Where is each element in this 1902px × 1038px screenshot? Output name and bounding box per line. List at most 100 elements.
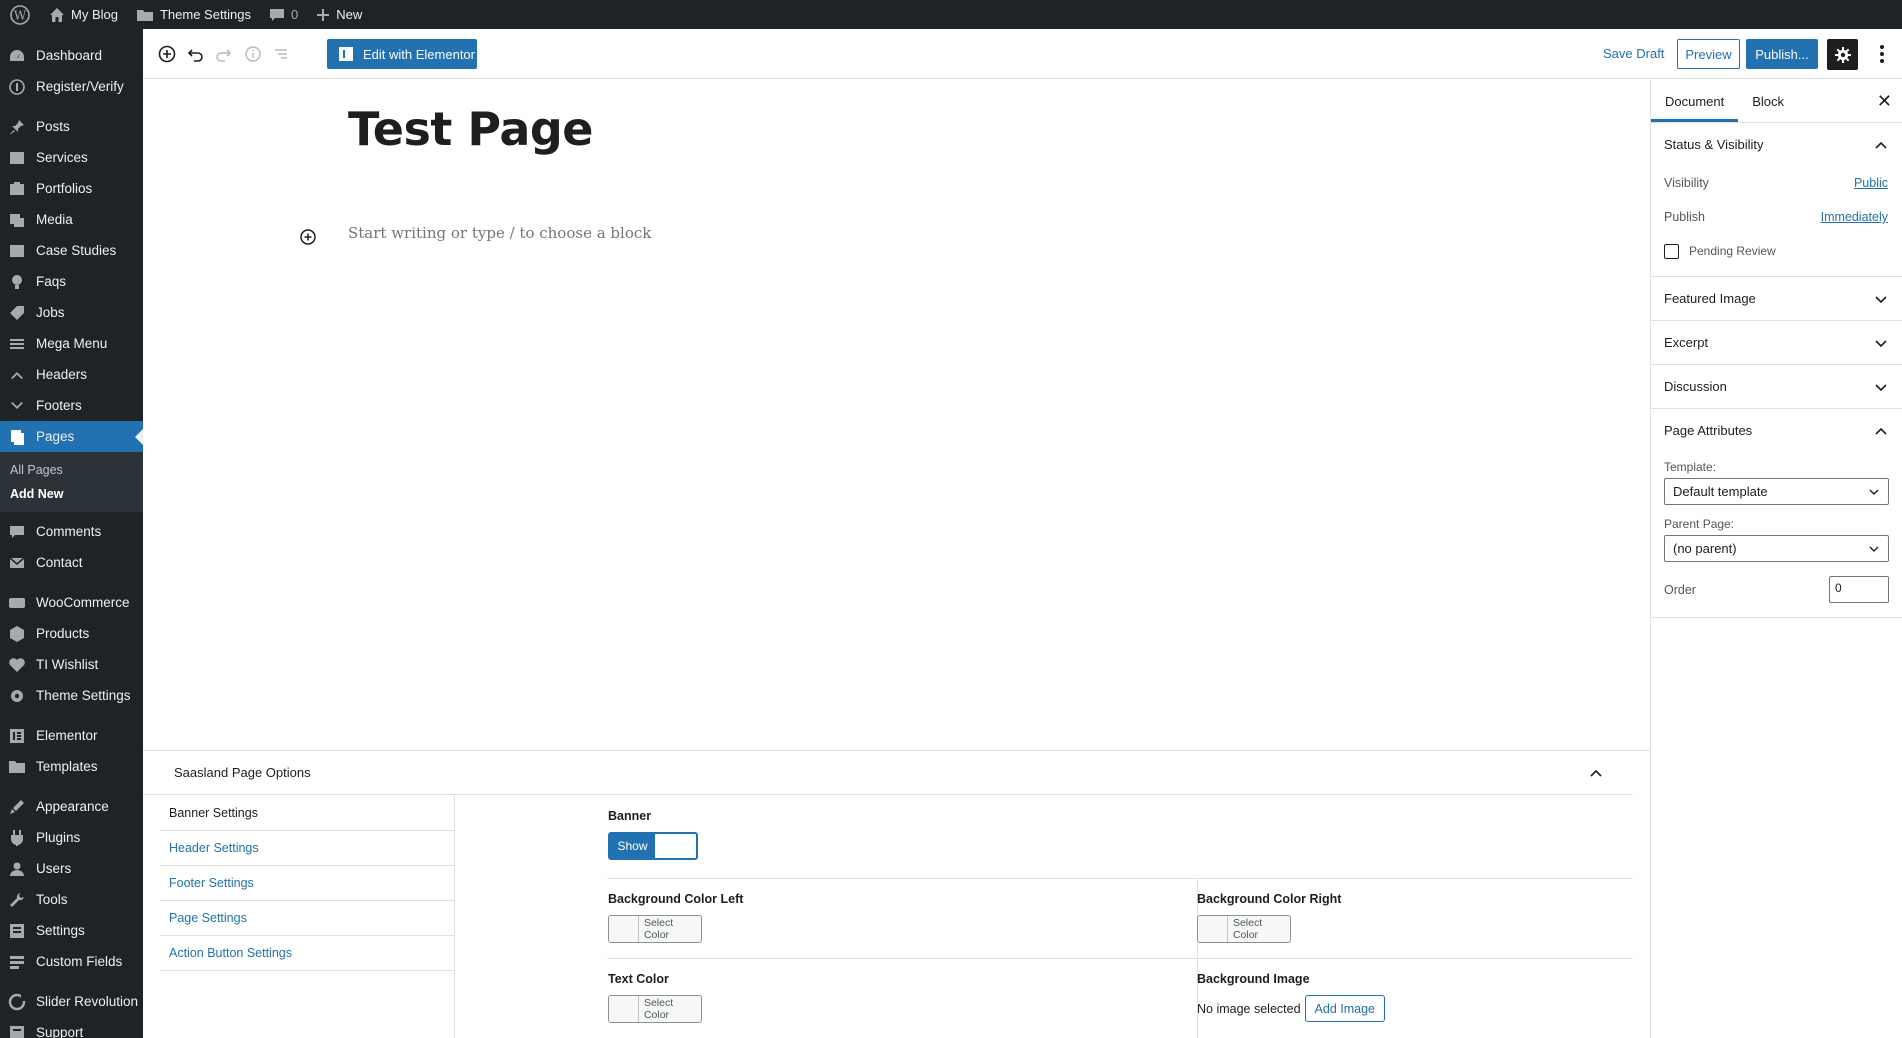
metabox-tabs: Banner Settings Header Settings Footer S… — [160, 796, 455, 1038]
sidebar-item-label: Services — [36, 150, 88, 165]
excerpt-toggle[interactable]: Excerpt — [1651, 321, 1902, 364]
pending-review-checkbox[interactable] — [1664, 243, 1679, 259]
sidebar-item-services[interactable]: Services — [0, 142, 143, 173]
submenu-add-new[interactable]: Add New — [0, 482, 143, 506]
sidebar-item-ti-wishlist[interactable]: TI Wishlist — [0, 649, 143, 680]
sidebar-item-elementor[interactable]: Elementor — [0, 720, 143, 751]
sidebar-item-comments[interactable]: Comments — [0, 516, 143, 547]
sidebar-item-contact[interactable]: Contact — [0, 547, 143, 578]
sidebar-item-theme-settings[interactable]: Theme Settings — [0, 680, 143, 711]
featured-image-panel: Featured Image — [1651, 277, 1902, 321]
wordpress-logo-icon[interactable]: W — [0, 0, 40, 29]
site-name-link[interactable]: My Blog — [40, 0, 127, 29]
parent-page-value: (no parent) — [1673, 541, 1737, 556]
tab-footer-settings[interactable]: Footer Settings — [160, 866, 454, 901]
sidebar-item-register-verify[interactable]: Register/Verify — [0, 71, 143, 102]
home-icon — [50, 7, 64, 22]
sidebar-item-pages[interactable]: Pages — [0, 421, 143, 452]
sidebar-item-support[interactable]: Support — [0, 1017, 143, 1038]
save-draft-button[interactable]: Save Draft — [1603, 46, 1664, 61]
publish-date-link[interactable]: Immediately — [1821, 210, 1888, 224]
sidebar-item-portfolios[interactable]: Portfolios — [0, 173, 143, 204]
sidebar-item-label: Templates — [36, 759, 98, 774]
page-title[interactable]: Test Page — [348, 102, 594, 156]
status-visibility-toggle[interactable]: Status & Visibility — [1651, 123, 1902, 166]
sidebar-item-users[interactable]: Users — [0, 853, 143, 884]
sidebar-item-label: Footers — [36, 398, 82, 413]
site-name: My Blog — [71, 7, 118, 22]
comments-icon — [7, 522, 27, 542]
svg-text:W: W — [14, 8, 27, 22]
sidebar-item-media[interactable]: Media — [0, 204, 143, 235]
tab-page-settings[interactable]: Page Settings — [160, 901, 454, 936]
select-color-label: Select Color — [1232, 917, 1263, 941]
more-options-icon[interactable] — [1872, 42, 1892, 66]
text-color-picker[interactable]: Select Color — [608, 995, 702, 1023]
bg-color-right-picker[interactable]: Select Color — [1197, 915, 1291, 943]
list-view-icon[interactable] — [269, 42, 293, 66]
redo-icon[interactable] — [211, 42, 235, 66]
sidebar-item-label: Theme Settings — [36, 688, 131, 703]
folder-icon — [136, 9, 153, 21]
inline-add-block-icon[interactable] — [299, 228, 317, 246]
mail-icon — [7, 553, 27, 573]
comments-link[interactable]: 0 — [260, 0, 307, 29]
sidebar-item-templates[interactable]: Templates — [0, 751, 143, 782]
parent-page-label: Parent Page: — [1664, 517, 1735, 531]
sidebar-item-custom-fields[interactable]: Custom Fields — [0, 946, 143, 977]
sidebar-item-label: Register/Verify — [36, 79, 124, 94]
add-block-icon[interactable] — [155, 42, 179, 66]
discussion-panel: Discussion — [1651, 365, 1902, 409]
sidebar-item-dashboard[interactable]: Dashboard — [0, 40, 143, 71]
discussion-toggle[interactable]: Discussion — [1651, 365, 1902, 408]
block-placeholder[interactable]: Start writing or type / to choose a bloc… — [348, 224, 651, 242]
tab-banner-settings[interactable]: Banner Settings — [160, 796, 454, 831]
submenu-all-pages[interactable]: All Pages — [0, 458, 143, 482]
chevron-down-icon — [1875, 383, 1887, 391]
sidebar-item-faqs[interactable]: Faqs — [0, 266, 143, 297]
page-attributes-toggle[interactable]: Page Attributes — [1651, 409, 1902, 452]
preview-button[interactable]: Preview — [1677, 39, 1740, 69]
banner-toggle[interactable]: Show — [608, 832, 698, 860]
tab-action-button-settings[interactable]: Action Button Settings — [160, 936, 454, 971]
order-input[interactable]: 0 — [1829, 576, 1889, 603]
edit-with-elementor-button[interactable]: Edit with Elementor — [327, 39, 477, 69]
sidebar-item-jobs[interactable]: Jobs — [0, 297, 143, 328]
new-content-link[interactable]: New — [307, 0, 371, 29]
sidebar-item-slider-revolution[interactable]: Slider Revolution — [0, 986, 143, 1017]
template-select[interactable]: Default template — [1664, 478, 1889, 505]
bg-color-left-picker[interactable]: Select Color — [608, 915, 702, 943]
settings-gear-button[interactable] — [1827, 39, 1858, 70]
featured-image-toggle[interactable]: Featured Image — [1651, 277, 1902, 320]
undo-icon[interactable] — [184, 42, 208, 66]
tab-header-settings[interactable]: Header Settings — [160, 831, 454, 866]
visibility-link[interactable]: Public — [1854, 176, 1888, 190]
sidebar-item-mega-menu[interactable]: Mega Menu — [0, 328, 143, 359]
chevron-up-icon — [1875, 141, 1887, 149]
sidebar-item-woocommerce[interactable]: WooCommerce — [0, 587, 143, 618]
text-color-label: Text Color — [608, 972, 669, 986]
sidebar-item-appearance[interactable]: Appearance — [0, 791, 143, 822]
tab-block[interactable]: Block — [1738, 80, 1798, 122]
sidebar-item-products[interactable]: Products — [0, 618, 143, 649]
publish-button[interactable]: Publish... — [1746, 39, 1818, 69]
sidebar-item-tools[interactable]: Tools — [0, 884, 143, 915]
sidebar-item-headers[interactable]: Headers — [0, 359, 143, 390]
sidebar-item-label: Mega Menu — [36, 336, 108, 351]
sidebar-item-footers[interactable]: Footers — [0, 390, 143, 421]
metabox-header[interactable]: Saasland Page Options — [143, 751, 1633, 795]
metabox-title: Saasland Page Options — [174, 765, 311, 780]
sidebar-item-plugins[interactable]: Plugins — [0, 822, 143, 853]
sidebar-item-case-studies[interactable]: Case Studies — [0, 235, 143, 266]
add-image-button[interactable]: Add Image — [1304, 995, 1385, 1022]
close-icon[interactable]: ✕ — [1877, 92, 1892, 110]
sidebar-item-settings[interactable]: Settings — [0, 915, 143, 946]
sidebar-item-label: Custom Fields — [36, 954, 123, 969]
info-icon[interactable] — [241, 42, 265, 66]
parent-page-select[interactable]: (no parent) — [1664, 535, 1889, 562]
products-icon — [7, 624, 27, 644]
theme-settings-link[interactable]: Theme Settings — [127, 0, 260, 29]
sidebar-item-label: Users — [36, 861, 72, 876]
tab-document[interactable]: Document — [1651, 80, 1738, 122]
sidebar-item-posts[interactable]: Posts — [0, 111, 143, 142]
